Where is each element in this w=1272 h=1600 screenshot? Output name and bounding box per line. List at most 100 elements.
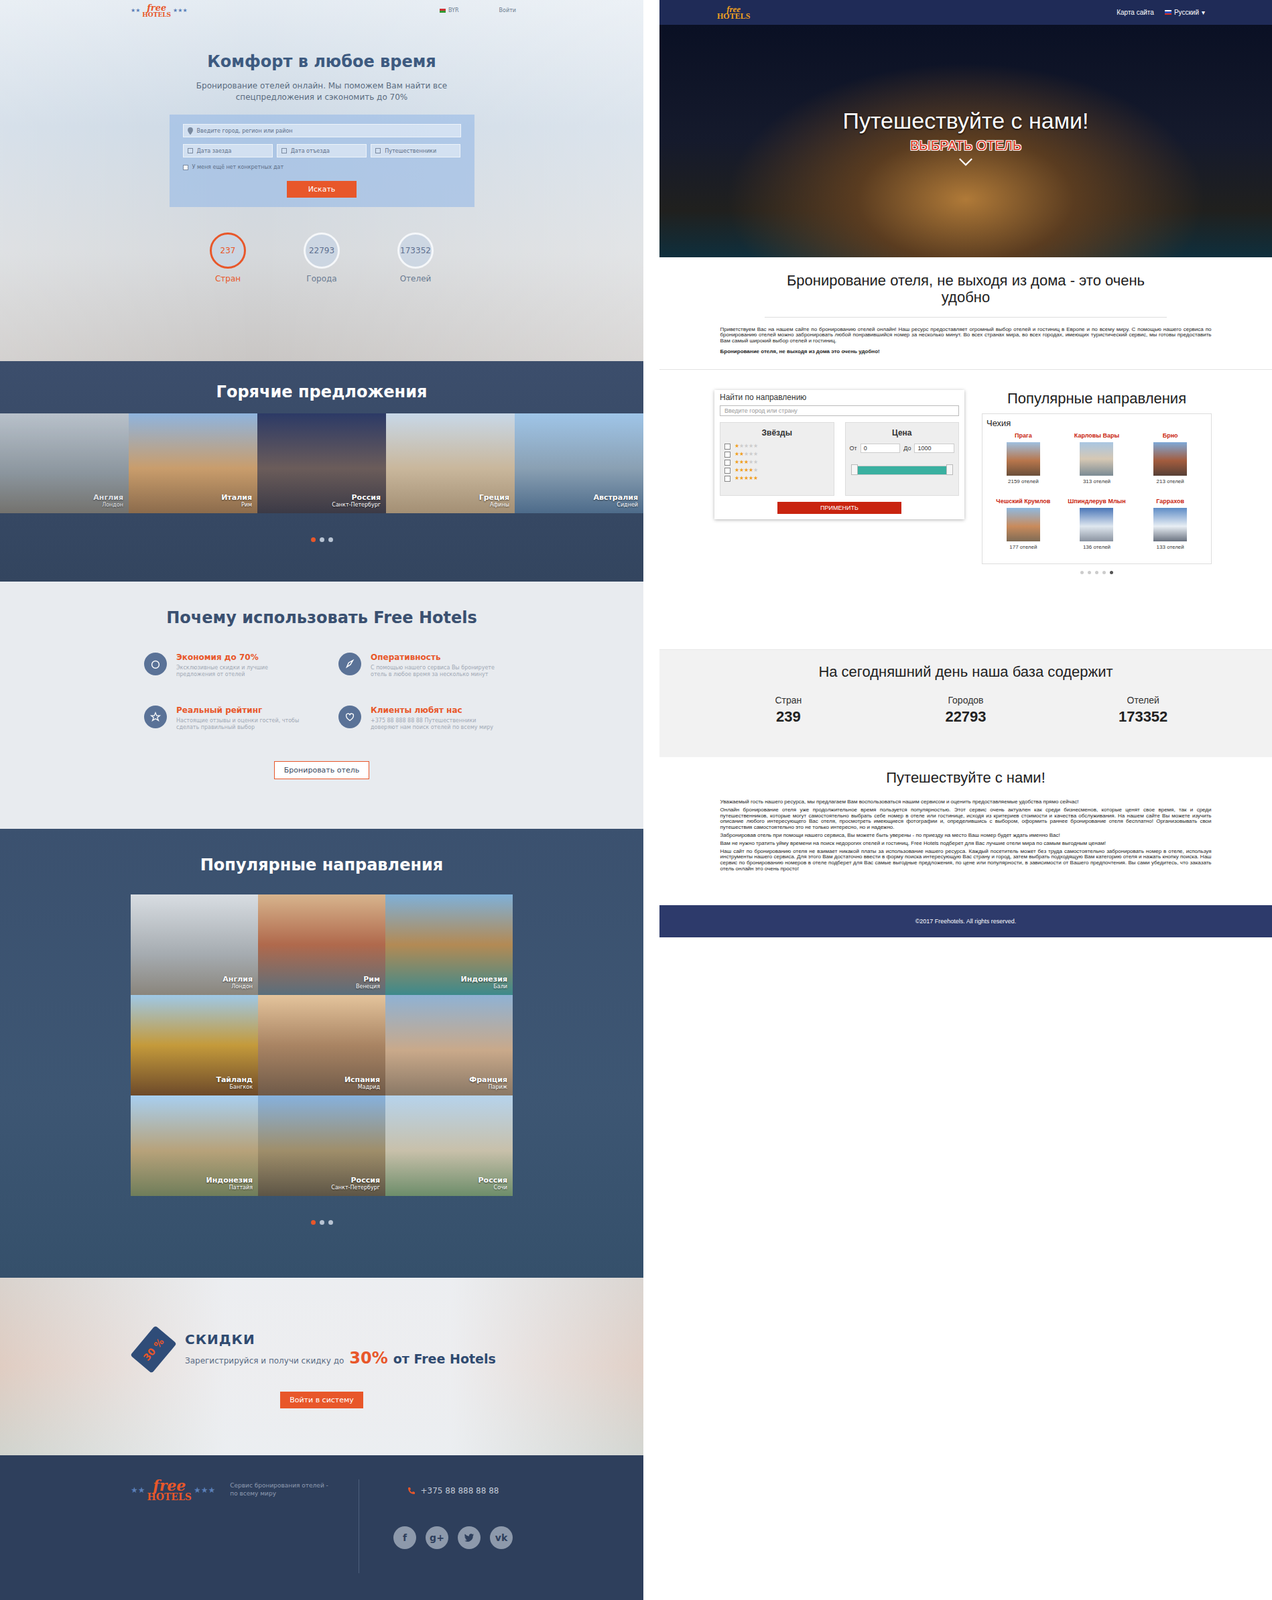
city-count: 313 отелей [1083, 478, 1111, 485]
destination-tile[interactable]: ИспанияМадрид [258, 995, 386, 1096]
form-field[interactable]: Дата заезда [182, 144, 273, 158]
social-links: f g+ vk [393, 1526, 513, 1550]
city-item[interactable]: Брно213 отелей [1133, 432, 1207, 485]
search-button[interactable]: Искать [286, 180, 357, 198]
carousel-dot[interactable] [310, 537, 316, 543]
form-field[interactable]: Путешественники [370, 144, 461, 158]
carousel-dot[interactable] [1080, 570, 1084, 575]
hot-offers: Горячие предложенияАнглияЛондонИталияРим… [0, 361, 644, 582]
carousel-dot[interactable] [1109, 570, 1114, 575]
offer-tile[interactable]: РоссияСанкт-Петербург [257, 413, 387, 514]
slider-handle[interactable] [851, 464, 858, 476]
star-row[interactable]: ★★★★★ [724, 467, 830, 474]
footer: ★★freeHOTELS★★★Сервис бронирования отеле… [0, 1455, 644, 1600]
section-title: Почему использовать Free Hotels [166, 608, 478, 628]
logo[interactable]: ★★freeHOTELS★★★ [130, 1479, 216, 1502]
destination-tile[interactable]: РоссияСанкт-Петербург [258, 1095, 386, 1197]
date-row: Дата заездаДата отъездаПутешественники [182, 144, 462, 158]
book-button[interactable]: Бронировать отель [274, 761, 370, 780]
hero: ★★freeHOTELS★★★BYRВойтиКомфорт в любое в… [0, 0, 644, 362]
price-to-input[interactable]: 1000 [914, 443, 955, 454]
city-item[interactable]: Гаррахов133 отелей [1133, 497, 1207, 551]
stars-filter: Звёзды★★★★★★★★★★★★★★★★★★★★★★★★★ [719, 422, 835, 496]
sitemap-link[interactable]: Карта сайта [1116, 8, 1155, 17]
feature-icon [144, 652, 167, 676]
apply-button[interactable]: ПРИМЕНИТЬ [777, 501, 902, 515]
stat-label: Отелей [400, 274, 432, 284]
checkbox[interactable] [724, 451, 731, 458]
destination-tile[interactable]: АнглияЛондон [130, 894, 259, 996]
checkbox[interactable] [724, 467, 731, 474]
carousel-dot[interactable] [319, 1220, 325, 1226]
star-row[interactable]: ★★★★★ [724, 475, 830, 482]
checkbox[interactable] [724, 443, 731, 450]
stat-item: 237Стран [197, 232, 259, 284]
checkbox[interactable] [724, 475, 731, 482]
logo[interactable]: freeHOTELS [717, 5, 750, 20]
slider-fill [854, 466, 951, 475]
destination-tile[interactable]: ФранцияПариж [385, 995, 513, 1096]
social-icon[interactable]: f [393, 1526, 417, 1550]
offers-strip: АнглияЛондонИталияРимРоссияСанкт-Петербу… [0, 413, 644, 514]
city-item[interactable]: Карловы Вары313 отелей [1060, 432, 1134, 485]
star-row[interactable]: ★★★★★ [724, 443, 830, 450]
no-dates-checkbox[interactable]: У меня ещё нет конкретных дат [182, 164, 462, 171]
carousel-dot[interactable] [1102, 570, 1106, 575]
carousel-dot[interactable] [328, 537, 334, 543]
form-field[interactable]: Дата отъезда [276, 144, 367, 158]
slider-handle[interactable] [946, 464, 953, 476]
discount-line: Зарегистрируйся и получи скидку до30%от … [184, 1349, 496, 1368]
destination-tile[interactable]: ИндонезияБали [385, 894, 513, 996]
social-icon[interactable] [457, 1526, 481, 1550]
checkbox-box[interactable] [182, 164, 189, 171]
carousel-dot[interactable] [328, 1220, 334, 1226]
stat-item: 22793Города [290, 232, 353, 284]
carousel-dot[interactable] [310, 1220, 316, 1226]
tile-caption: ФранцияПариж [469, 1075, 508, 1091]
tile-caption: ИспанияМадрид [344, 1075, 380, 1091]
price-from-input[interactable]: 0 [860, 443, 901, 454]
carousel-dot[interactable] [319, 537, 325, 543]
phone[interactable]: +375 88 888 88 88 [407, 1486, 500, 1496]
divider [764, 316, 1167, 318]
offer-tile[interactable]: ГрецияАфины [386, 413, 515, 514]
star-row[interactable]: ★★★★★ [724, 451, 830, 458]
carousel-dots [310, 537, 334, 543]
city-name: Чешский Крумлов [995, 497, 1051, 506]
offer-tile[interactable]: АнглияЛондон [0, 413, 129, 514]
destination-tile[interactable]: РоссияСочи [385, 1095, 513, 1197]
feature: Клиенты любят нас+375 88 888 88 88 Путеш… [338, 705, 500, 732]
currency-select[interactable]: BYR [439, 7, 460, 14]
destination-tile[interactable]: РимВенеция [258, 894, 386, 996]
star-row[interactable]: ★★★★★ [724, 459, 830, 466]
destination-tile[interactable]: ИндонезияПаттайя [130, 1095, 259, 1197]
city-thumbnail [1079, 507, 1114, 542]
city-item[interactable]: Чешский Крумлов 177 отелей [986, 497, 1061, 551]
city-thumbnail [1006, 507, 1041, 542]
stars-icon: ★★★★★ [734, 451, 758, 458]
checkbox[interactable] [724, 459, 731, 466]
destination-tile[interactable]: ТайландБангкок [130, 995, 259, 1096]
destination-input[interactable]: Введите город, регион или район [182, 123, 462, 138]
login-button[interactable]: Войти в систему [280, 1391, 364, 1409]
carousel-dot[interactable] [1087, 570, 1092, 575]
city-thumbnail [1153, 507, 1187, 542]
social-icon[interactable]: vk [489, 1526, 513, 1550]
language-select[interactable]: Русский▾ [1164, 8, 1205, 17]
city-item[interactable]: Прага2159 отелей [986, 432, 1061, 485]
chevron-down-icon[interactable] [958, 157, 974, 167]
right-design: freeHOTELSКарта сайтаРусский▾Путешествуй… [659, 0, 1272, 938]
choose-hotel-button[interactable]: ВЫБРАТЬ ОТЕЛЬ [910, 138, 1022, 154]
city-count: 136 отелей [1083, 544, 1111, 551]
offer-tile[interactable]: ИталияРим [128, 413, 258, 514]
city-item[interactable]: Шпиндлерув Млын136 отелей [1060, 497, 1134, 551]
price-slider[interactable] [853, 465, 951, 476]
city-count: 177 отелей [1009, 544, 1037, 551]
offer-tile[interactable]: АвстралияСидней [514, 413, 644, 514]
destination-input[interactable]: Введите город или страну [719, 405, 960, 417]
carousel-dot[interactable] [1095, 570, 1099, 575]
social-icon[interactable]: g+ [425, 1526, 449, 1550]
logo[interactable]: ★★freeHOTELS★★★ [130, 4, 188, 18]
city-count: 213 отелей [1156, 478, 1185, 485]
login-link[interactable]: Войти [499, 7, 517, 14]
